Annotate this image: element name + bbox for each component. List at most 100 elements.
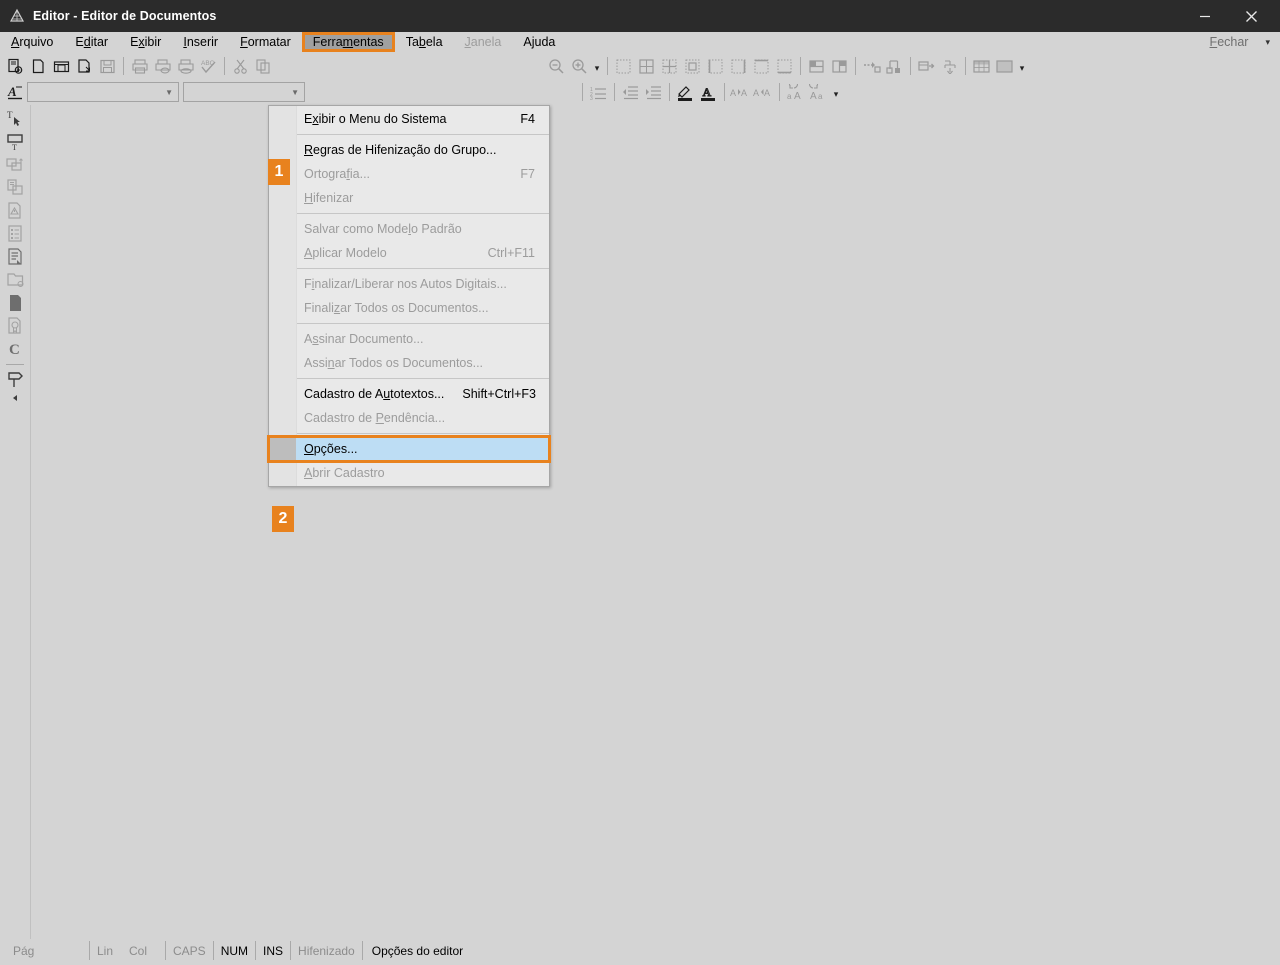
menu-item-gutter [270,438,296,460]
svg-text:A: A [741,88,747,98]
border-top-icon [750,55,773,77]
page-icon[interactable] [2,291,28,314]
letter-c-icon[interactable]: C [2,337,28,360]
menu-exibir[interactable]: Exibir [119,32,172,52]
menu-item-cadastro-pendencia: Cadastro de Pendência... [269,406,549,430]
highlight-color-icon[interactable] [674,81,697,103]
status-caps[interactable]: CAPS [166,941,214,960]
status-line-column: Lin Col [90,941,166,960]
spellcheck-icon: ABC [197,55,220,77]
menu-item-assinar-documento: Assinar Documento... [269,327,549,351]
paragraph-style-icon[interactable]: A [4,81,27,103]
zoom-dropdown-icon[interactable]: ▾ [591,55,603,77]
zoom-out-icon [545,55,568,77]
menu-item-abrir-cadastro: Abrir Cadastro [269,461,549,485]
menu-inserir[interactable]: Inserir [172,32,229,52]
minimize-button[interactable] [1182,0,1228,32]
open-document-icon[interactable] [50,55,73,77]
svg-text:3: 3 [590,96,593,100]
text-frame-icon[interactable]: T [2,130,28,153]
new-document-with-template-icon[interactable] [4,55,27,77]
left-toolbar: T T C [0,105,30,939]
menu-item-label: Hifenizar [304,191,354,205]
cut-icon [229,55,252,77]
chevron-down-icon[interactable]: ▼ [165,88,173,97]
chevron-down-icon[interactable]: ▼ [291,88,299,97]
increase-font-icon: aA [784,81,807,103]
font-color-icon[interactable]: A [697,81,720,103]
close-button[interactable] [1228,0,1274,32]
table-dropdown-icon[interactable]: ▾ [1016,55,1028,77]
menu-item-label: Cadastro de Autotextos... [304,387,445,401]
toolbar-separator [800,57,801,75]
toolbar-separator [965,57,966,75]
svg-text:A: A [794,91,801,100]
border-all-icon [635,55,658,77]
menu-separator [297,433,549,434]
toolbar-separator [224,57,225,75]
annotated-document-icon[interactable] [2,245,28,268]
menu-item-label: Assinar Todos os Documentos... [304,356,484,370]
toolbar-separator [607,57,608,75]
collapse-panel-icon[interactable] [2,391,28,405]
svg-text:T: T [7,110,13,120]
menu-ajuda[interactable]: Ajuda [512,32,566,52]
menu-label: Janela [464,35,502,49]
svg-text:A: A [753,88,759,98]
toolbar-separator [855,57,856,75]
font-size-combo[interactable]: ▼ [183,82,305,102]
menu-label: Ferramentas [312,35,384,49]
list-document-icon [2,222,28,245]
select-text-icon[interactable]: T [2,107,28,130]
menu-formatar[interactable]: Formatar [229,32,302,52]
menu-separator [297,268,549,269]
menu-tabela[interactable]: Tabela [395,32,454,52]
svg-text:A: A [764,88,770,98]
chevron-down-icon[interactable]: ▾ [1265,37,1270,48]
menu-item-exibir-menu-sistema[interactable]: Exibir o Menu do Sistema F4 [269,107,549,131]
font-name-combo[interactable]: ▼ [27,82,179,102]
menu-item-finalizar-todos-documentos: Finalizar Todos os Documentos... [269,296,549,320]
svg-text:A: A [810,91,817,100]
toolbar-separator [669,83,670,101]
border-box-icon [681,55,704,77]
menu-janela: Janela [454,32,513,52]
menu-label: Fechar [1209,35,1249,49]
insert-column-icon [883,55,906,77]
status-num[interactable]: NUM [214,941,257,960]
table-properties-icon [915,55,938,77]
menu-fechar[interactable]: Fechar [1199,35,1260,49]
increase-indent-icon [642,81,665,103]
toolbar-separator [779,83,780,101]
more-options-icon[interactable]: ▾ [830,81,842,103]
split-cells-icon [828,55,851,77]
menu-label: Formatar [240,35,291,49]
folder-document-icon [2,268,28,291]
document-canvas[interactable] [30,105,1280,939]
application-window: Editor - Editor de Documentos Arquivo Ed… [0,0,1280,965]
duplicate-page-icon [2,176,28,199]
menu-ferramentas[interactable]: Ferramentas [301,32,395,52]
status-hyphenated[interactable]: Hifenizado [291,941,363,960]
svg-text:A: A [730,88,736,98]
flag-marker-icon[interactable] [2,368,28,391]
menu-item-label: Abrir Cadastro [304,466,385,480]
toolbar-separator [910,57,911,75]
new-document-icon[interactable] [27,55,50,77]
menu-item-regras-hifenizacao[interactable]: Regras de Hifenização do Grupo... [269,138,549,162]
ferramentas-dropdown-menu: Exibir o Menu do Sistema F4 Regras de Hi… [267,105,551,487]
status-ins[interactable]: INS [256,941,292,960]
menu-item-assinar-todos-documentos: Assinar Todos os Documentos... [269,351,549,375]
menu-editar[interactable]: Editar [64,32,119,52]
menu-item-shortcut: Ctrl+F11 [487,246,535,260]
open-recent-icon[interactable] [73,55,96,77]
decrease-font-icon: Aa [807,81,830,103]
menu-item-opcoes[interactable]: Opções... [267,435,551,463]
toolbar-area: ABC ▾ ▾ A ▼ ▼ 1 2 3 A A A A A a A A a ▾ [0,53,1280,105]
toolbar-row-2: A ▼ ▼ 123 A A A A A a A A a ▾ [0,79,1280,105]
insert-row-icon [860,55,883,77]
menu-item-cadastro-autotextos[interactable]: Cadastro de Autotextos... Shift+Ctrl+F3 [269,382,549,406]
window-title: Editor - Editor de Documentos [33,9,217,23]
menu-arquivo[interactable]: Arquivo [0,32,64,52]
menu-item-label: Ortografia... [304,167,371,181]
